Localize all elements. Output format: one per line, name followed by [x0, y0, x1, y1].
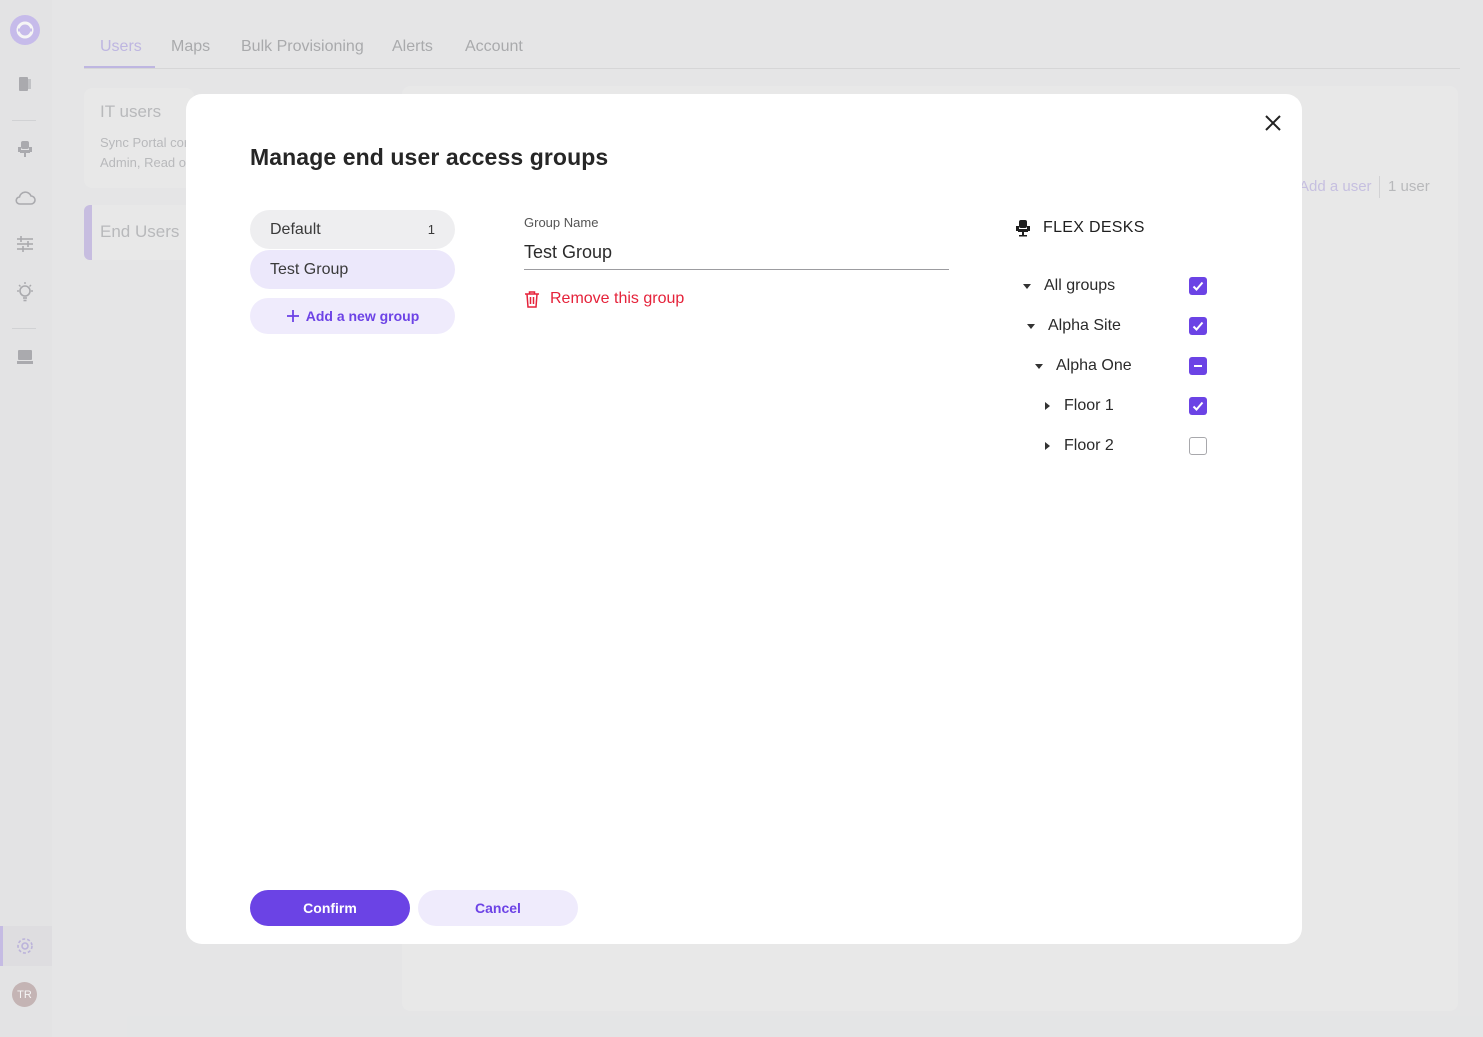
group-label: Default	[270, 220, 321, 238]
flex-desks-header: FLEX DESKS	[1013, 218, 1145, 238]
minus-icon	[1194, 365, 1202, 367]
group-name-input[interactable]	[524, 236, 949, 270]
group-item-default[interactable]: Default 1	[250, 210, 455, 249]
confirm-button[interactable]: Confirm	[250, 890, 410, 926]
add-group-label: Add a new group	[305, 308, 420, 324]
add-group-button[interactable]: Add a new group	[250, 298, 455, 334]
tree-label: Floor 1	[1064, 397, 1114, 414]
group-count: 1	[427, 222, 435, 237]
tree-label: All groups	[1044, 277, 1116, 294]
checkbox-floor-1[interactable]	[1189, 397, 1207, 415]
close-button[interactable]	[1260, 110, 1286, 136]
group-label: Test Group	[270, 260, 349, 278]
caret-right-icon[interactable]	[1040, 399, 1054, 413]
tree-item-all-groups[interactable]: All groups	[1020, 274, 1115, 298]
check-icon	[1192, 281, 1204, 291]
tree-item-floor-2[interactable]: Floor 2	[1040, 434, 1114, 458]
section-title: FLEX DESKS	[1043, 219, 1145, 236]
group-item-test-group[interactable]: Test Group	[250, 250, 455, 289]
tree-item-floor-1[interactable]: Floor 1	[1040, 394, 1114, 418]
checkbox-alpha-site[interactable]	[1189, 317, 1207, 335]
caret-down-icon[interactable]	[1020, 279, 1034, 293]
cancel-button[interactable]: Cancel	[418, 890, 578, 926]
plus-icon	[286, 310, 299, 322]
tree-item-alpha-site[interactable]: Alpha Site	[1024, 314, 1121, 338]
checkbox-all-groups[interactable]	[1189, 277, 1207, 295]
desk-chair-icon	[1016, 220, 1030, 237]
checkbox-alpha-one[interactable]	[1189, 357, 1207, 375]
trash-icon	[525, 291, 539, 308]
group-name-label: Group Name	[524, 215, 599, 230]
tree-item-alpha-one[interactable]: Alpha One	[1032, 354, 1132, 378]
checkbox-floor-2[interactable]	[1189, 437, 1207, 455]
caret-right-icon[interactable]	[1040, 439, 1054, 453]
manage-groups-modal: Manage end user access groups Default 1 …	[186, 94, 1302, 944]
tree-label: Floor 2	[1064, 437, 1114, 454]
caret-down-icon[interactable]	[1024, 319, 1038, 333]
tree-label: Alpha Site	[1048, 317, 1121, 334]
modal-title: Manage end user access groups	[250, 144, 609, 170]
caret-down-icon[interactable]	[1032, 359, 1046, 373]
tree-label: Alpha One	[1056, 357, 1132, 374]
close-icon	[1265, 115, 1281, 131]
check-icon	[1192, 401, 1204, 411]
check-icon	[1192, 321, 1204, 331]
remove-group-button[interactable]: Remove this group	[524, 290, 684, 308]
remove-group-label: Remove this group	[550, 290, 685, 307]
